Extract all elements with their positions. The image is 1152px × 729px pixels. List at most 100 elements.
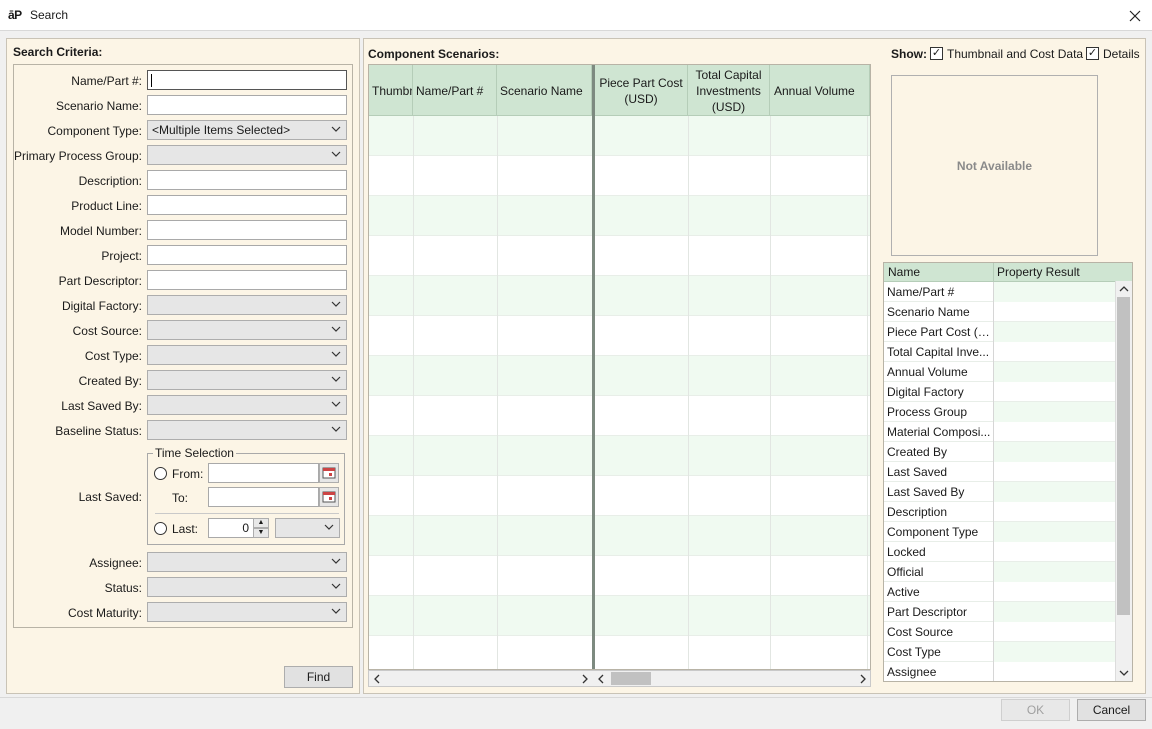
property-value — [993, 362, 1116, 382]
column-piece-part-cost[interactable]: Piece Part Cost (USD) — [595, 65, 688, 116]
chevron-down-icon[interactable] — [1119, 669, 1129, 677]
find-button[interactable]: Find — [284, 666, 353, 688]
from-date-input[interactable] — [208, 463, 319, 483]
property-row[interactable]: Material Composi... — [884, 422, 1116, 442]
spin-up-button[interactable]: ▲ — [253, 518, 269, 528]
property-row[interactable]: Piece Part Cost (U... — [884, 322, 1116, 342]
property-row[interactable]: Part Descriptor — [884, 602, 1116, 622]
cost-maturity-select[interactable] — [147, 602, 347, 622]
property-row[interactable]: Process Group — [884, 402, 1116, 422]
table-row[interactable] — [369, 476, 870, 516]
property-row[interactable]: Total Capital Inve... — [884, 342, 1116, 362]
last-unit-select[interactable] — [275, 518, 340, 538]
column-property-name[interactable]: Name — [888, 265, 920, 279]
property-name: Digital Factory — [887, 385, 964, 399]
property-row[interactable]: Last Saved By — [884, 482, 1116, 502]
model-number-input[interactable] — [147, 220, 347, 240]
property-row[interactable]: Locked — [884, 542, 1116, 562]
table-row[interactable] — [369, 596, 870, 636]
property-value — [993, 522, 1116, 542]
property-row[interactable]: Component Type — [884, 522, 1116, 542]
chevron-left-icon[interactable] — [597, 674, 605, 684]
from-label: From: — [172, 467, 204, 481]
last-count-input[interactable]: 0 — [208, 518, 254, 538]
ok-button[interactable]: OK — [1001, 699, 1070, 721]
column-property-result[interactable]: Property Result — [997, 265, 1080, 279]
spin-down-button[interactable]: ▼ — [253, 528, 269, 538]
horizontal-scrollbar[interactable] — [368, 670, 871, 687]
chevron-down-icon — [331, 326, 341, 332]
property-value — [993, 622, 1116, 642]
thumbnail-cost-checkbox[interactable]: ✓ — [930, 47, 943, 60]
created-by-select[interactable] — [147, 370, 347, 390]
property-name: Scenario Name — [887, 305, 970, 319]
property-row[interactable]: Name/Part # — [884, 282, 1116, 302]
name-part-input[interactable] — [147, 70, 347, 90]
baseline-status-select[interactable] — [147, 420, 347, 440]
chevron-down-icon — [331, 376, 341, 382]
close-button[interactable] — [1118, 0, 1152, 31]
table-row[interactable] — [369, 316, 870, 356]
table-row[interactable] — [369, 636, 870, 669]
table-row[interactable] — [369, 116, 870, 156]
from-radio[interactable] — [154, 467, 167, 480]
cost-type-select[interactable] — [147, 345, 347, 365]
table-row[interactable] — [369, 436, 870, 476]
column-annual-volume[interactable]: Annual Volume — [770, 65, 870, 116]
status-select[interactable] — [147, 577, 347, 597]
column-scenario-name[interactable]: Scenario Name — [497, 65, 592, 116]
property-row[interactable]: Cost Source — [884, 622, 1116, 642]
table-row[interactable] — [369, 356, 870, 396]
component-type-select[interactable]: <Multiple Items Selected> — [147, 120, 347, 140]
properties-grid[interactable]: Name Property Result Name/Part # Scenari… — [883, 262, 1133, 682]
last-radio[interactable] — [154, 522, 167, 535]
last-saved-by-select[interactable] — [147, 395, 347, 415]
to-calendar-button[interactable] — [319, 487, 339, 507]
from-calendar-button[interactable] — [319, 463, 339, 483]
thumbnail-cost-label: Thumbnail and Cost Data — [947, 47, 1084, 61]
table-row[interactable] — [369, 516, 870, 556]
cancel-button[interactable]: Cancel — [1077, 699, 1146, 721]
property-row[interactable]: Official — [884, 562, 1116, 582]
digital-factory-select[interactable] — [147, 295, 347, 315]
frozen-column-splitter[interactable] — [592, 65, 595, 669]
part-descriptor-input[interactable] — [147, 270, 347, 290]
scroll-thumb[interactable] — [611, 672, 651, 685]
scenario-name-input[interactable] — [147, 95, 347, 115]
scroll-thumb[interactable] — [1117, 297, 1130, 615]
table-row[interactable] — [369, 156, 870, 196]
property-row[interactable]: Annual Volume — [884, 362, 1116, 382]
property-row[interactable]: Active — [884, 582, 1116, 602]
chevron-right-icon[interactable] — [859, 674, 867, 684]
table-row[interactable] — [369, 276, 870, 316]
table-row[interactable] — [369, 556, 870, 596]
project-input[interactable] — [147, 245, 347, 265]
property-value — [993, 342, 1116, 362]
table-row[interactable] — [369, 236, 870, 276]
title-bar: āP Search — [0, 0, 1152, 31]
scenarios-grid[interactable]: Thumbnail Name/Part # Scenario Name Piec… — [368, 64, 871, 670]
to-date-input[interactable] — [208, 487, 319, 507]
property-row[interactable]: Last Saved — [884, 462, 1116, 482]
property-row[interactable]: Digital Factory — [884, 382, 1116, 402]
chevron-left-icon[interactable] — [373, 674, 381, 684]
column-thumbnail[interactable]: Thumbnail — [369, 65, 413, 116]
chevron-up-icon[interactable] — [1119, 285, 1129, 293]
product-line-input[interactable] — [147, 195, 347, 215]
column-name-part[interactable]: Name/Part # — [413, 65, 497, 116]
assignee-select[interactable] — [147, 552, 347, 572]
column-total-capital-investments[interactable]: Total Capital Investments (USD) — [688, 65, 770, 116]
details-checkbox[interactable]: ✓ — [1086, 47, 1099, 60]
property-row[interactable]: Cost Type — [884, 642, 1116, 662]
property-row[interactable]: Scenario Name — [884, 302, 1116, 322]
property-row[interactable]: Created By — [884, 442, 1116, 462]
primary-process-group-select[interactable] — [147, 145, 347, 165]
property-row[interactable]: Assignee — [884, 662, 1116, 681]
table-row[interactable] — [369, 396, 870, 436]
table-row[interactable] — [369, 196, 870, 236]
property-row[interactable]: Description — [884, 502, 1116, 522]
description-input[interactable] — [147, 170, 347, 190]
chevron-right-icon[interactable] — [581, 674, 589, 684]
cost-source-select[interactable] — [147, 320, 347, 340]
property-name: Active — [887, 585, 920, 599]
